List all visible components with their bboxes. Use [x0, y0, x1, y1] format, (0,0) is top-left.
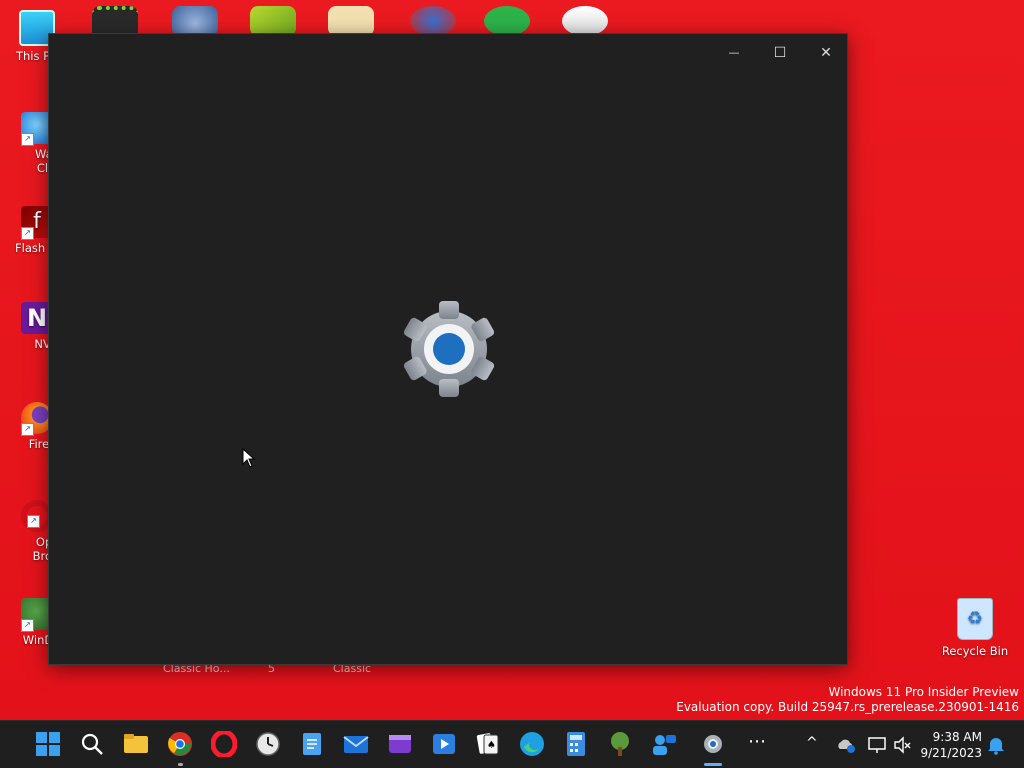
- app-shortcut-icon[interactable]: [328, 6, 374, 36]
- maximize-button[interactable]: ☐: [757, 38, 803, 68]
- feedback-hub-icon[interactable]: [651, 731, 677, 757]
- clipchamp-icon[interactable]: [387, 731, 413, 757]
- close-button[interactable]: ✕: [803, 38, 849, 68]
- show-hidden-icons-chevron-icon[interactable]: ^: [806, 735, 818, 751]
- clock-time: 9:38 AM: [932, 730, 982, 744]
- clock-date: 9/21/2023: [920, 746, 982, 760]
- shortcut-arrow-icon: ↗: [21, 619, 34, 632]
- mouse-cursor-icon: [242, 448, 256, 468]
- app-shortcut-icon[interactable]: [250, 6, 296, 36]
- notepad-icon[interactable]: [299, 731, 325, 757]
- settings-window[interactable]: — ☐ ✕: [48, 33, 848, 665]
- app-shortcut-icon[interactable]: [410, 6, 456, 36]
- evaluation-watermark: Windows 11 Pro Insider Preview Evaluatio…: [676, 685, 1019, 715]
- watermark-line-1: Windows 11 Pro Insider Preview: [828, 685, 1019, 699]
- minimize-button[interactable]: —: [711, 38, 757, 68]
- shortcut-arrow-icon: ↗: [21, 423, 34, 436]
- solitaire-icon[interactable]: ♠: [475, 731, 501, 757]
- chrome-icon[interactable]: [167, 731, 193, 757]
- taskbar-clock[interactable]: 9:38 AM 9/21/2023: [920, 729, 982, 761]
- edge-icon[interactable]: [519, 731, 545, 757]
- taskbar-overflow-button[interactable]: ⋯: [748, 731, 766, 752]
- shortcut-arrow-icon: ↗: [21, 133, 34, 146]
- start-button[interactable]: [35, 731, 61, 757]
- onedrive-icon[interactable]: [836, 735, 856, 755]
- desktop-icon-label: Recycle Bin: [941, 644, 1009, 658]
- notification-bell-icon[interactable]: [986, 735, 1006, 755]
- settings-gear-icon: [403, 301, 495, 397]
- calculator-icon[interactable]: [563, 731, 589, 757]
- app-shortcut-icon[interactable]: [484, 6, 530, 36]
- app-shortcut-icon[interactable]: [172, 6, 218, 36]
- desktop-icon-recycle-bin[interactable]: ♻ Recycle Bin: [940, 598, 1010, 658]
- file-explorer-icon[interactable]: [123, 731, 149, 757]
- recycle-bin-icon: ♻: [957, 598, 993, 640]
- running-app-indicator: [178, 763, 183, 766]
- search-icon[interactable]: [79, 731, 105, 757]
- tree-icon[interactable]: [607, 731, 633, 757]
- watermark-line-2: Evaluation copy. Build 25947.rs_prerelea…: [676, 700, 1019, 714]
- shortcut-arrow-icon: ↗: [21, 227, 34, 240]
- media-player-icon[interactable]: [431, 731, 457, 757]
- clock-app-icon[interactable]: [255, 731, 281, 757]
- shortcut-arrow-icon: ↗: [27, 515, 40, 528]
- mail-icon[interactable]: [343, 731, 369, 757]
- taskbar: ♠ ⋯ ^ 9:38 AM 9/21/2023: [0, 720, 1024, 768]
- settings-taskbar-icon[interactable]: [700, 731, 726, 757]
- app-shortcut-icon[interactable]: [562, 6, 608, 36]
- active-app-indicator: [704, 763, 722, 766]
- volume-muted-icon[interactable]: [893, 735, 913, 755]
- network-icon[interactable]: [867, 735, 887, 755]
- opera-icon[interactable]: [211, 731, 237, 757]
- svg-text:♠: ♠: [487, 740, 496, 751]
